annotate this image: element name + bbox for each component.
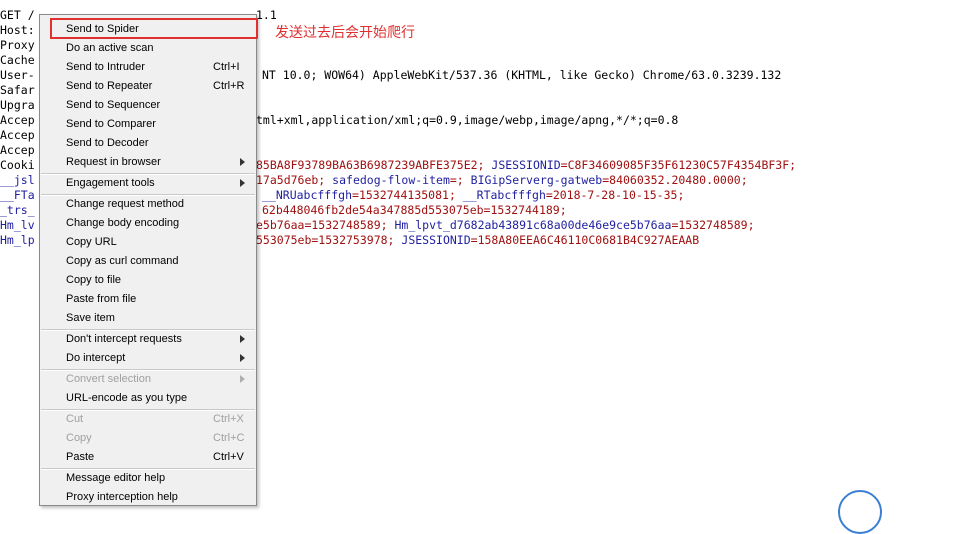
- cookie-line: __FTa: [0, 188, 35, 202]
- submenu-arrow-icon: [240, 179, 245, 187]
- request-line: GET /: [0, 8, 35, 22]
- menu-item-message-editor-help[interactable]: Message editor help: [40, 469, 256, 488]
- header-line: Upgra: [0, 98, 35, 112]
- cookie-line: _trs_: [0, 203, 35, 217]
- menu-item-paste[interactable]: Paste Ctrl+V: [40, 448, 256, 467]
- header-line: Safar: [0, 83, 35, 97]
- menu-item-copy-url[interactable]: Copy URL: [40, 233, 256, 252]
- menu-item-copy: Copy Ctrl+C: [40, 429, 256, 448]
- menu-item-do-intercept[interactable]: Do intercept: [40, 349, 256, 368]
- cookie-fragment-4: 62b448046fb2de54a347885d553075eb=1532744…: [262, 203, 567, 217]
- shortcut-label: Ctrl+C: [213, 432, 245, 444]
- menu-item-change-body-encoding[interactable]: Change body encoding: [40, 214, 256, 233]
- menu-item-send-to-comparer[interactable]: Send to Comparer: [40, 115, 256, 134]
- submenu-arrow-icon: [240, 375, 245, 383]
- menu-item-paste-from-file[interactable]: Paste from file: [40, 290, 256, 309]
- submenu-arrow-icon: [240, 354, 245, 362]
- header-line: Cache: [0, 53, 35, 67]
- cookie-fragment-6: 553075eb=1532753978; JSESSIONID=158A80EE…: [256, 233, 700, 247]
- menu-item-send-to-intruder[interactable]: Send to Intruder Ctrl+I: [40, 58, 256, 77]
- header-line: Accep: [0, 143, 35, 157]
- menu-item-active-scan[interactable]: Do an active scan: [40, 39, 256, 58]
- cookie-fragment-3: __NRUabcfffgh=1532744135081; __RTabcfffg…: [262, 188, 685, 202]
- accept-value: tml+xml,application/xml;q=0.9,image/webp…: [256, 113, 679, 127]
- header-line: Accep: [0, 113, 35, 127]
- shortcut-label: Ctrl+X: [213, 413, 244, 425]
- menu-item-send-to-sequencer[interactable]: Send to Sequencer: [40, 96, 256, 115]
- submenu-arrow-icon: [240, 335, 245, 343]
- menu-item-save-item[interactable]: Save item: [40, 309, 256, 328]
- menu-item-copy-as-curl[interactable]: Copy as curl command: [40, 252, 256, 271]
- cookie-line: Hm_lv: [0, 218, 35, 232]
- menu-item-copy-to-file[interactable]: Copy to file: [40, 271, 256, 290]
- menu-item-url-encode-as-you-type[interactable]: URL-encode as you type: [40, 389, 256, 408]
- cookie-fragment-1: 85BA8F93789BA63B6987239ABFE375E2; JSESSI…: [256, 158, 797, 172]
- menu-item-cut: Cut Ctrl+X: [40, 410, 256, 429]
- menu-item-proxy-interception-help[interactable]: Proxy interception help: [40, 488, 256, 505]
- header-line: Host:: [0, 23, 35, 37]
- menu-item-send-to-decoder[interactable]: Send to Decoder: [40, 134, 256, 153]
- shortcut-label: Ctrl+R: [213, 80, 245, 92]
- menu-item-engagement-tools[interactable]: Engagement tools: [40, 174, 256, 193]
- cookie-fragment-2: 17a5d76eb; safedog-flow-item=; BIGipServ…: [256, 173, 748, 187]
- cookie-fragment-5: e5b76aa=1532748589; Hm_lpvt_d7682ab43891…: [256, 218, 755, 232]
- cookie-line: __jsl: [0, 173, 35, 187]
- menu-item-change-request-method[interactable]: Change request method: [40, 195, 256, 214]
- cookie-line: Hm_lp: [0, 233, 35, 247]
- menu-item-dont-intercept[interactable]: Don't intercept requests: [40, 330, 256, 349]
- menu-item-request-in-browser[interactable]: Request in browser: [40, 153, 256, 172]
- header-line: Accep: [0, 128, 35, 142]
- shortcut-label: Ctrl+V: [213, 451, 244, 463]
- submenu-arrow-icon: [240, 158, 245, 166]
- shortcut-label: Ctrl+I: [213, 61, 240, 73]
- highlight-box: [50, 18, 258, 39]
- menu-item-send-to-repeater[interactable]: Send to Repeater Ctrl+R: [40, 77, 256, 96]
- annotation-text: 发送过去后会开始爬行: [275, 25, 415, 41]
- context-menu: Send to Spider Do an active scan Send to…: [39, 14, 257, 506]
- header-line: User-: [0, 68, 35, 82]
- header-line: Cooki: [0, 158, 35, 172]
- header-line: Proxy: [0, 38, 35, 52]
- http-version: 1.1: [256, 8, 277, 22]
- user-agent-value: NT 10.0; WOW64) AppleWebKit/537.36 (KHTM…: [262, 68, 782, 82]
- menu-item-convert-selection: Convert selection: [40, 370, 256, 389]
